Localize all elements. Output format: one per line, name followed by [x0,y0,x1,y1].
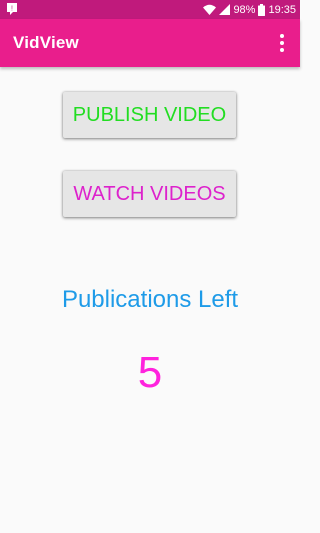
publications-left-label: Publications Left [61,286,239,313]
app-title: VidView [13,33,79,52]
wifi-icon [203,4,217,15]
status-bar: ! 98% 19:35 [0,0,300,19]
watch-videos-button[interactable]: WATCH VIDEOS [63,171,236,217]
app-bar: VidView [0,19,300,67]
clock-time: 19:35 [268,3,296,16]
battery-icon [258,3,266,16]
notification-icon: ! [6,2,18,16]
battery-percent: 98% [233,3,256,16]
publish-video-button[interactable]: PUBLISH VIDEO [63,92,236,138]
publications-left-count: 5 [137,348,163,397]
svg-text:!: ! [11,6,13,13]
signal-icon [219,4,231,15]
more-vert-icon[interactable] [274,31,290,55]
